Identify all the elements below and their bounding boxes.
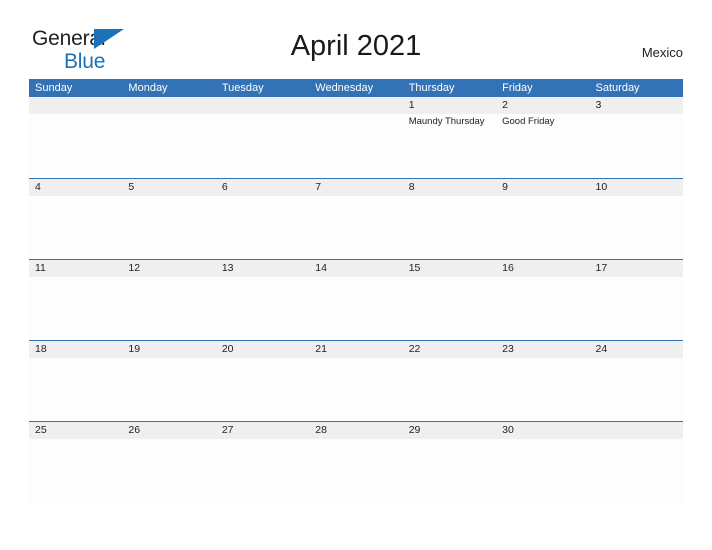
event-strip: [29, 277, 683, 340]
day-cell[interactable]: [403, 439, 496, 502]
day-cell[interactable]: [216, 358, 309, 421]
day-number[interactable]: 24: [590, 341, 683, 358]
day-number[interactable]: 22: [403, 341, 496, 358]
day-number[interactable]: 19: [122, 341, 215, 358]
date-number-strip: 11 12 13 14 15 16 17: [29, 259, 683, 277]
page-title: April 2021: [290, 30, 422, 62]
weekday-header-tuesday: Tuesday: [221, 82, 264, 94]
weekday-header-thursday: Thursday: [408, 82, 455, 94]
day-cell[interactable]: [309, 439, 402, 502]
date-number-strip: 25 26 27 28 29 30: [29, 421, 683, 439]
day-cell[interactable]: [403, 358, 496, 421]
day-number[interactable]: 26: [122, 422, 215, 439]
day-number[interactable]: 28: [309, 422, 402, 439]
day-cell[interactable]: [403, 277, 496, 340]
day-cell[interactable]: [29, 277, 122, 340]
weekday-header-friday: Friday: [502, 82, 533, 94]
day-cell[interactable]: [496, 439, 589, 502]
day-number[interactable]: [29, 97, 122, 114]
weekday-header-monday: Monday: [128, 82, 168, 94]
day-number[interactable]: 16: [496, 260, 589, 277]
day-number[interactable]: 21: [309, 341, 402, 358]
day-cell[interactable]: [496, 277, 589, 340]
day-number[interactable]: 7: [309, 179, 402, 196]
calendar-grid: Sunday Monday Tuesday Wednesday Thursday…: [29, 79, 683, 502]
day-number[interactable]: 2: [496, 97, 589, 114]
day-number[interactable]: 29: [403, 422, 496, 439]
day-cell[interactable]: [590, 114, 683, 177]
day-cell[interactable]: [403, 196, 496, 259]
day-cell[interactable]: [29, 196, 122, 259]
day-cell[interactable]: [496, 196, 589, 259]
day-cell[interactable]: [216, 114, 309, 177]
weekday-header-row: Sunday Monday Tuesday Wednesday Thursday…: [29, 79, 683, 97]
day-number[interactable]: 3: [590, 97, 683, 114]
day-cell[interactable]: [590, 277, 683, 340]
day-cell[interactable]: [122, 358, 215, 421]
day-number[interactable]: 23: [496, 341, 589, 358]
day-number[interactable]: 13: [216, 260, 309, 277]
day-cell[interactable]: [590, 439, 683, 502]
date-number-strip: 4 5 6 7 8 9 10: [29, 178, 683, 196]
day-cell[interactable]: Good Friday: [496, 114, 589, 177]
event-strip: [29, 196, 683, 259]
holiday-label: Maundy Thursday: [408, 116, 485, 127]
day-number[interactable]: 20: [216, 341, 309, 358]
weekday-header-sunday: Sunday: [35, 82, 73, 94]
day-number[interactable]: 18: [29, 341, 122, 358]
day-cell[interactable]: [122, 439, 215, 502]
day-cell[interactable]: [122, 277, 215, 340]
week-row: 25 26 27 28 29 30: [29, 421, 683, 502]
day-number[interactable]: 25: [29, 422, 122, 439]
day-cell[interactable]: [29, 114, 122, 177]
day-number[interactable]: [216, 97, 309, 114]
day-number[interactable]: 12: [122, 260, 215, 277]
day-number[interactable]: 1: [403, 97, 496, 114]
day-cell[interactable]: [29, 439, 122, 502]
day-cell[interactable]: [309, 358, 402, 421]
day-number[interactable]: 11: [29, 260, 122, 277]
day-number[interactable]: 17: [590, 260, 683, 277]
week-row: 4 5 6 7 8 9 10: [29, 178, 683, 259]
day-cell[interactable]: [590, 358, 683, 421]
day-cell[interactable]: [216, 196, 309, 259]
day-number[interactable]: [122, 97, 215, 114]
day-cell[interactable]: [309, 114, 402, 177]
day-cell[interactable]: [122, 114, 215, 177]
day-cell[interactable]: [309, 277, 402, 340]
day-cell[interactable]: [216, 439, 309, 502]
day-cell[interactable]: [216, 277, 309, 340]
day-cell[interactable]: [122, 196, 215, 259]
day-number[interactable]: 15: [403, 260, 496, 277]
date-number-strip: 18 19 20 21 22 23 24: [29, 340, 683, 358]
date-number-strip: 1 2 3: [29, 97, 683, 114]
day-number[interactable]: 30: [496, 422, 589, 439]
day-cell[interactable]: [29, 358, 122, 421]
week-row: 11 12 13 14 15 16 17: [29, 259, 683, 340]
weekday-header-saturday: Saturday: [595, 82, 640, 94]
day-number[interactable]: 27: [216, 422, 309, 439]
day-number[interactable]: 5: [122, 179, 215, 196]
day-number[interactable]: [309, 97, 402, 114]
country-label: Mexico: [641, 45, 683, 60]
day-cell[interactable]: [496, 358, 589, 421]
page-header: General Blue April 2021 Mexico: [0, 0, 712, 72]
week-row: 18 19 20 21 22 23 24: [29, 340, 683, 421]
week-row: 1 2 3 Maundy Thursday Good Friday: [29, 97, 683, 178]
day-number[interactable]: 8: [403, 179, 496, 196]
day-cell[interactable]: [590, 196, 683, 259]
day-cell[interactable]: Maundy Thursday: [403, 114, 496, 177]
holiday-label: Good Friday: [502, 116, 555, 127]
day-number[interactable]: 9: [496, 179, 589, 196]
event-strip: Maundy Thursday Good Friday: [29, 114, 683, 177]
event-strip: [29, 358, 683, 421]
weekday-header-wednesday: Wednesday: [315, 82, 374, 94]
day-number[interactable]: 4: [29, 179, 122, 196]
day-number[interactable]: 10: [590, 179, 683, 196]
day-number[interactable]: [590, 422, 683, 439]
day-number[interactable]: 6: [216, 179, 309, 196]
event-strip: [29, 439, 683, 502]
day-cell[interactable]: [309, 196, 402, 259]
day-number[interactable]: 14: [309, 260, 402, 277]
